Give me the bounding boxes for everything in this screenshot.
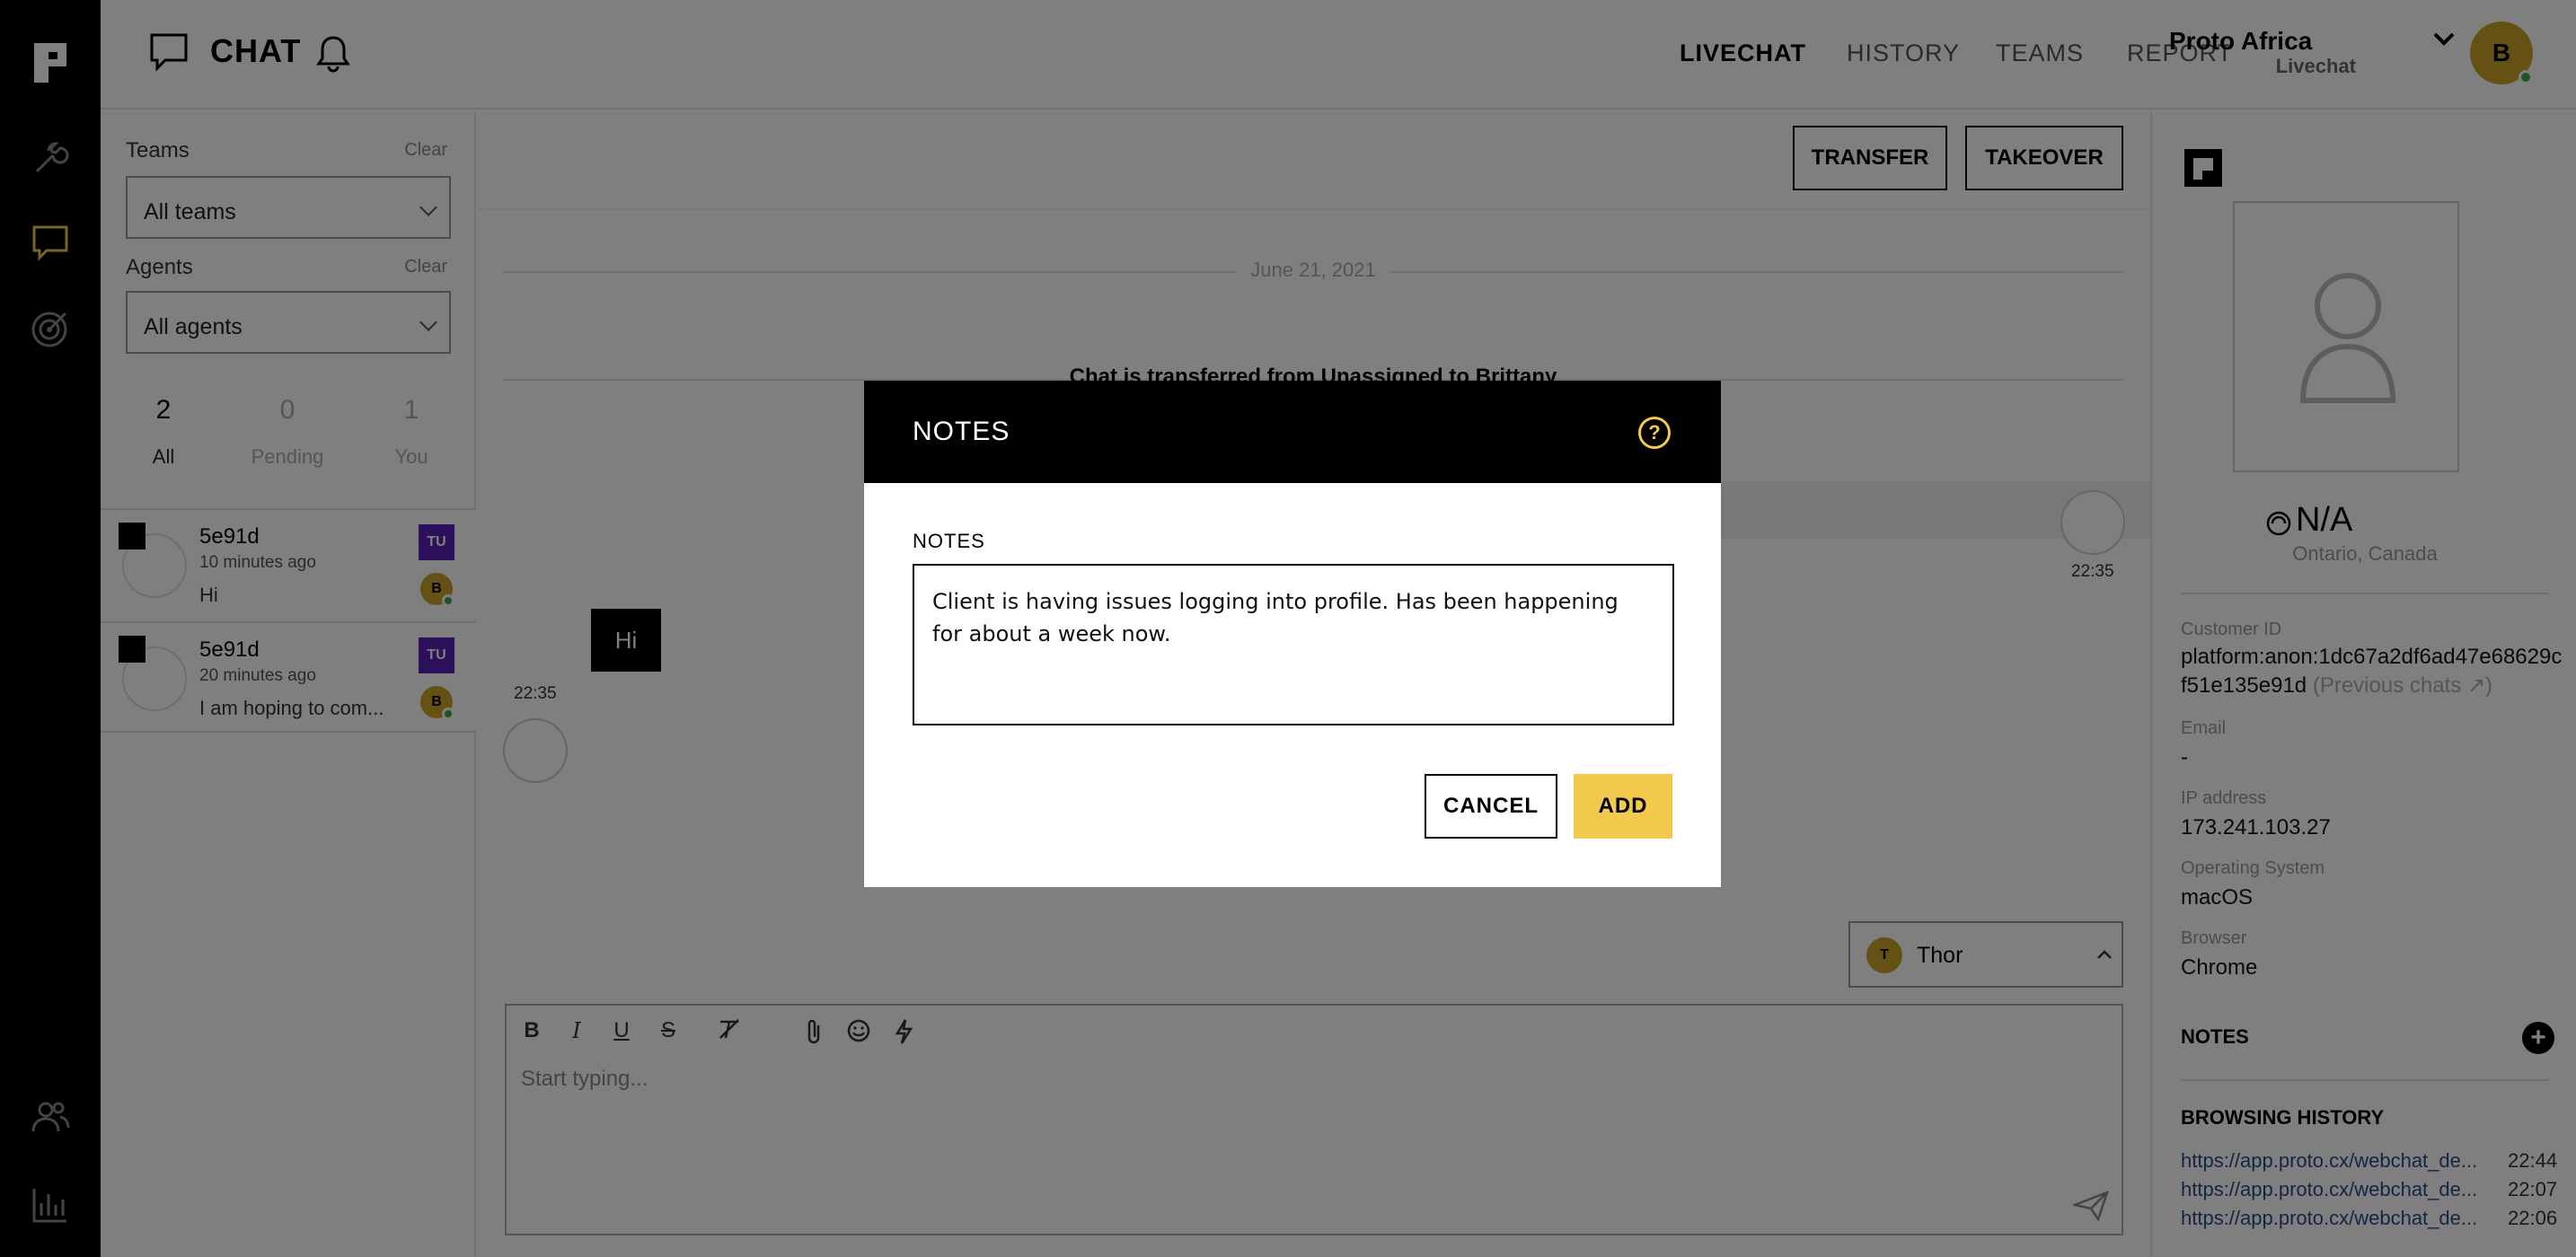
add-button[interactable]: ADD <box>1574 774 1672 839</box>
modal-title: NOTES <box>913 417 1010 446</box>
help-icon[interactable]: ? <box>1638 417 1671 449</box>
notes-field-label: NOTES <box>913 530 985 552</box>
modal-header: NOTES ? <box>864 381 1721 483</box>
notes-modal: NOTES ? NOTES Client is having issues lo… <box>864 381 1721 887</box>
notes-textarea[interactable]: Client is having issues logging into pro… <box>913 564 1674 725</box>
cancel-button[interactable]: CANCEL <box>1425 774 1557 839</box>
